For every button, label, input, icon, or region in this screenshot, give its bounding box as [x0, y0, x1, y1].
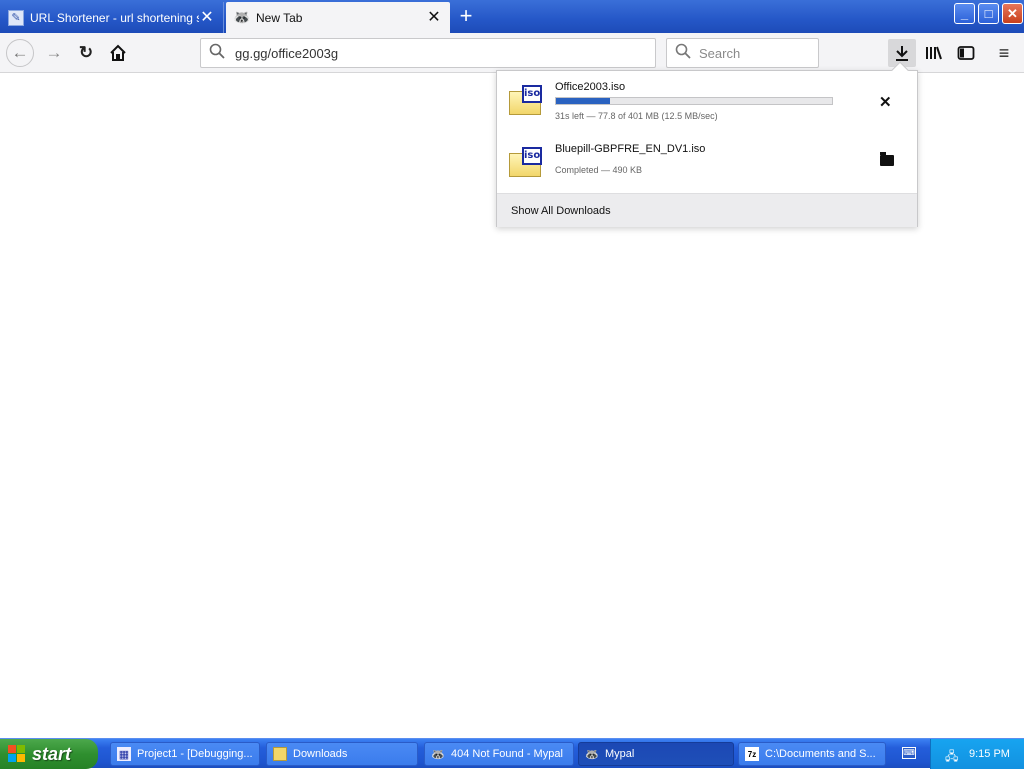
open-folder-icon[interactable] [880, 152, 894, 166]
new-tab-button[interactable]: + [454, 4, 478, 28]
maximize-window-button[interactable]: □ [978, 3, 999, 24]
windows-flag-icon [8, 745, 26, 763]
tab-url-shortener[interactable]: ✎ URL Shortener - url shortening se ✕ [0, 2, 224, 33]
taskbar-item-7zip[interactable]: 7z C:\Documents and S... [738, 742, 886, 766]
page-icon: ✎ [8, 9, 24, 26]
start-button[interactable]: start [0, 739, 98, 769]
close-tab-icon[interactable]: ✕ [199, 9, 215, 26]
system-tray: 🖧 9:15 PM [930, 739, 1024, 769]
back-button[interactable]: ← [6, 39, 34, 67]
reload-button[interactable]: ↻ [72, 39, 100, 67]
show-all-downloads-link[interactable]: Show All Downloads [511, 205, 611, 217]
network-icon[interactable]: 🖧 [945, 747, 959, 763]
mypal-raccoon-icon: 🦝 [233, 9, 251, 25]
download-item[interactable]: iso Bluepill-GBPFRE_EN_DV1.iso Completed… [497, 139, 917, 199]
mypal-raccoon-icon: 🦝 [585, 748, 599, 761]
7zip-icon: 7z [745, 747, 759, 761]
search-icon [209, 43, 229, 63]
search-input[interactable]: Search [666, 38, 819, 68]
iso-file-icon: iso [509, 85, 543, 115]
download-status: Completed — 490 KB [555, 165, 643, 175]
taskbar-item-downloads[interactable]: Downloads [266, 742, 418, 766]
vb-project-icon: ▦ [117, 747, 131, 761]
cancel-download-icon[interactable]: ✕ [879, 93, 892, 111]
navigation-toolbar: ← → ↻ gg.gg/office2003g Search ≡ [0, 33, 1024, 73]
downloads-panel: iso Office2003.iso 31s left — 77.8 of 40… [496, 61, 918, 227]
mypal-raccoon-icon: 🦝 [431, 748, 445, 761]
taskbar-item-label: C:\Documents and S... [765, 748, 876, 760]
download-progress-bar [555, 97, 833, 105]
taskbar-item-label: 404 Not Found - Mypal [451, 748, 563, 760]
title-tab-bar: ✎ URL Shortener - url shortening se ✕ 🦝 … [0, 0, 1024, 33]
close-tab-icon[interactable]: ✕ [426, 9, 442, 26]
download-status: 31s left — 77.8 of 401 MB (12.5 MB/sec) [555, 111, 718, 121]
download-filename: Office2003.iso [555, 81, 626, 93]
url-text: gg.gg/office2003g [235, 45, 339, 61]
taskbar-item-project1[interactable]: ▦ Project1 - [Debugging... [110, 742, 260, 766]
taskbar-item-label: Downloads [293, 748, 348, 760]
search-placeholder: Search [699, 45, 741, 61]
home-button[interactable] [104, 39, 132, 67]
folder-icon [273, 747, 287, 761]
download-progress-fill [556, 98, 610, 104]
tab-title: URL Shortener - url shortening se [30, 10, 199, 25]
sidebar-button[interactable] [952, 39, 980, 67]
taskbar-item-label: Mypal [605, 748, 635, 760]
tab-new-tab[interactable]: 🦝 New Tab ✕ [226, 2, 450, 33]
menu-button[interactable]: ≡ [990, 39, 1018, 67]
close-window-button[interactable]: ✕ [1002, 3, 1023, 24]
library-button[interactable] [920, 39, 948, 67]
start-label: start [32, 743, 72, 764]
forward-button[interactable]: → [40, 39, 68, 67]
keyboard-icon[interactable]: ⌨ [902, 747, 916, 759]
minimize-window-button[interactable]: _ [954, 3, 975, 24]
search-icon [675, 43, 695, 63]
download-arrow-icon [896, 46, 908, 61]
url-bar[interactable]: gg.gg/office2003g [200, 38, 656, 68]
library-icon [926, 46, 942, 60]
taskbar-item-mypal[interactable]: 🦝 Mypal [578, 742, 734, 766]
taskbar-item-404[interactable]: 🦝 404 Not Found - Mypal [424, 742, 574, 766]
tab-title: New Tab [256, 10, 303, 25]
download-item[interactable]: iso Office2003.iso 31s left — 77.8 of 40… [497, 77, 917, 137]
iso-file-icon: iso [509, 147, 543, 177]
taskbar: start ▦ Project1 - [Debugging... Downloa… [0, 738, 1024, 769]
download-filename: Bluepill-GBPFRE_EN_DV1.iso [555, 143, 706, 155]
clock: 9:15 PM [969, 748, 1010, 760]
sidebar-icon [957, 46, 975, 60]
show-all-downloads-footer[interactable]: Show All Downloads [497, 193, 917, 227]
taskbar-item-label: Project1 - [Debugging... [137, 748, 253, 760]
home-icon [110, 44, 126, 61]
